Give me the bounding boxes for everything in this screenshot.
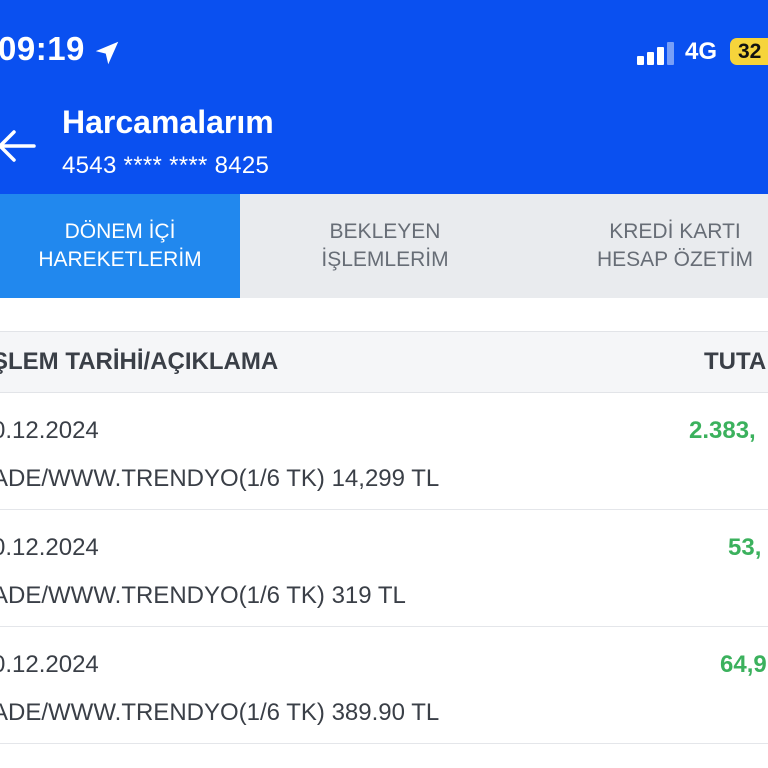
transaction-row[interactable]: 0.12.2024 ADE/WWW.TRENDYO(1/6 TK) 14,299… bbox=[0, 393, 768, 510]
tab-card-statement[interactable]: KREDİ KARTI HESAP ÖZETİM bbox=[530, 194, 768, 298]
tab-period-transactions[interactable]: DÖNEM İÇİ HAREKETLERİM bbox=[0, 194, 240, 298]
transaction-row[interactable]: 0.12.2024 ADE/WWW.TRENDYO(1/6 TK) 319 TL… bbox=[0, 510, 768, 627]
tab-label-line1: DÖNEM İÇİ bbox=[64, 220, 176, 243]
tab-label-line2: HAREKETLERİM bbox=[38, 248, 202, 271]
column-header: ŞLEM TARİHİ/AÇIKLAMA TUTA bbox=[0, 331, 768, 393]
transaction-description: ADE/WWW.TRENDYO(1/6 TK) 14,299 TL bbox=[0, 465, 440, 492]
transaction-date: 0.12.2024 bbox=[0, 534, 99, 561]
transaction-date: 0.12.2024 bbox=[0, 651, 99, 678]
page-title: Harcamalarım bbox=[62, 104, 274, 140]
tab-pending-transactions[interactable]: BEKLEYEN İŞLEMLERİM bbox=[240, 194, 530, 298]
transaction-date: 0.12.2024 bbox=[0, 417, 99, 444]
battery-icon: 32 bbox=[730, 38, 768, 65]
app-header: 09:19 4G 32 Harcamalarım 4543 **** **** … bbox=[0, 0, 768, 194]
network-label: 4G bbox=[685, 38, 718, 65]
tab-label-line1: KREDİ KARTI bbox=[609, 220, 741, 243]
transaction-description: ADE/WWW.TRENDYO(1/6 TK) 389.90 TL bbox=[0, 699, 440, 726]
tab-label-line2: İŞLEMLERİM bbox=[321, 248, 449, 271]
transaction-amount: 2.383, bbox=[689, 417, 756, 444]
card-number: 4543 **** **** 8425 bbox=[62, 152, 270, 179]
column-header-date-description: ŞLEM TARİHİ/AÇIKLAMA bbox=[0, 348, 279, 375]
transaction-row[interactable]: 0.12.2024 ADE/WWW.TRENDYO(1/6 TK) 389.90… bbox=[0, 627, 768, 744]
tab-bar: DÖNEM İÇİ HAREKETLERİM BEKLEYEN İŞLEMLER… bbox=[0, 194, 768, 298]
location-arrow-icon bbox=[95, 41, 119, 65]
transaction-description: ADE/WWW.TRENDYO(1/6 TK) 319 TL bbox=[0, 582, 406, 609]
transaction-amount: 64,9 bbox=[720, 651, 767, 678]
column-header-amount: TUTA bbox=[704, 348, 767, 375]
status-time: 09:19 bbox=[0, 30, 85, 67]
back-arrow-icon[interactable] bbox=[0, 126, 38, 166]
signal-icon bbox=[637, 41, 677, 65]
transaction-amount: 53, bbox=[728, 534, 762, 561]
tab-label-line2: HESAP ÖZETİM bbox=[597, 248, 753, 271]
tab-label-line1: BEKLEYEN bbox=[329, 220, 441, 243]
